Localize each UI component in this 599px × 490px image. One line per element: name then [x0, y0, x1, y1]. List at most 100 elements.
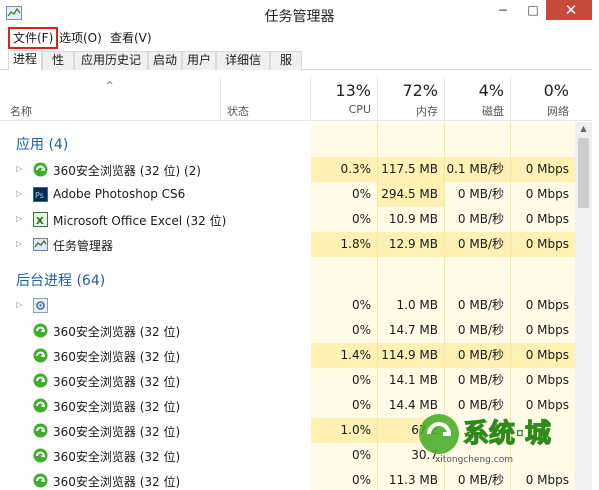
excel-icon: X	[33, 212, 48, 227]
net-cell: 0 Mbps	[525, 298, 569, 312]
net-cell: 0 Mbps	[511, 343, 575, 368]
process-row[interactable]: 360安全浏览器 (32 位) 1.4% 114.9 MB 0 MB/秒 0 Mbps	[0, 343, 575, 368]
memory-label: 内存	[416, 105, 438, 118]
disk-cell: 0 MB/秒	[457, 323, 504, 337]
title-bar: 任务管理器 − □ ✕	[0, 0, 599, 28]
mem-cell: 10.9 MB	[388, 212, 438, 226]
process-row[interactable]: ▷ Ps Adobe Photoshop CS6 0% 294.5 MB 0 MB/秒 0 …	[0, 182, 575, 207]
expand-chevron-icon[interactable]: ▷	[16, 214, 22, 223]
disk-total-pct: 4%	[478, 81, 504, 100]
process-row[interactable]: 360安全浏览器 (32 位) 0% 11.3 MB 0 MB/秒 0 Mbps	[0, 468, 575, 490]
process-name: 360安全浏览器 (32 位)	[53, 425, 181, 439]
process-name: 360安全浏览器 (32 位)	[53, 325, 181, 339]
tab-services[interactable]: 服务	[270, 51, 302, 84]
column-memory[interactable]: 72% 内存	[378, 71, 444, 121]
expand-chevron-icon[interactable]: ▷	[16, 189, 22, 198]
menu-options[interactable]: 选项(O)	[55, 30, 106, 46]
process-row[interactable]: ▷ 0% 1.0 MB 0 MB/秒 0 Mbps	[0, 293, 575, 318]
process-name: 360安全浏览器 (32 位)	[53, 475, 181, 489]
tab-users[interactable]: 用户	[182, 51, 216, 70]
process-name: 360安全浏览器 (32 位)	[53, 400, 181, 414]
process-name: 360安全浏览器 (32 位)	[53, 450, 181, 464]
tab-details[interactable]: 详细信息	[216, 51, 270, 84]
net-cell: 0 Mbps	[511, 232, 575, 257]
net-cell: 0 Mbps	[525, 373, 569, 387]
menu-view[interactable]: 查看(V)	[106, 30, 156, 46]
menu-file[interactable]: 文件(F)	[8, 27, 59, 49]
cpu-cell: 0.3%	[311, 157, 377, 182]
process-name: 360安全浏览器 (32 位)	[53, 350, 181, 364]
mem-cell: 14.7 MB	[388, 323, 438, 337]
watermark: 系统·城 xitongcheng.com	[415, 408, 565, 470]
cpu-total-pct: 13%	[335, 81, 371, 100]
scroll-up-icon[interactable]: ▲	[575, 122, 592, 136]
watermark-logo-text: 系统·城	[463, 418, 551, 449]
column-disk[interactable]: 4% 磁盘	[445, 71, 510, 121]
disk-cell: 0 MB/秒	[457, 212, 504, 226]
column-name[interactable]: 名称	[0, 71, 220, 121]
column-cpu[interactable]: 13% CPU	[311, 71, 377, 121]
mem-cell: 294.5 MB	[378, 182, 444, 207]
group-title-background[interactable]: 后台进程 (64)	[16, 270, 105, 290]
net-cell: 0 Mbps	[511, 157, 575, 182]
group-title-apps[interactable]: 应用 (4)	[16, 134, 68, 154]
expand-chevron-icon[interactable]: ▷	[16, 164, 22, 173]
process-row[interactable]: ▷ X Microsoft Office Excel (32 位) 0% 10.9 MB…	[0, 207, 575, 232]
360-browser-icon	[33, 323, 48, 338]
menu-bar: 文件(F) 选项(O) 查看(V)	[0, 27, 599, 49]
column-network[interactable]: 0% 网络	[511, 71, 577, 121]
net-cell: 0 Mbps	[525, 187, 569, 201]
column-status-label: 状态	[227, 105, 249, 118]
svg-text:Ps: Ps	[35, 191, 44, 200]
mem-cell: 1.0 MB	[396, 298, 438, 312]
360-browser-icon	[33, 473, 48, 488]
process-name: 360安全浏览器 (32 位) (2)	[53, 164, 201, 178]
360-browser-icon	[33, 348, 48, 363]
cpu-cell: 0%	[351, 298, 371, 312]
cpu-cell: 1.8%	[311, 232, 377, 257]
360-browser-icon	[33, 398, 48, 413]
minimize-button[interactable]: −	[488, 0, 518, 20]
360-browser-icon	[33, 373, 48, 388]
column-status[interactable]: 状态	[221, 71, 310, 121]
network-total-pct: 0%	[543, 81, 569, 100]
360-browser-icon	[33, 448, 48, 463]
disk-cell: 0 MB/秒	[445, 232, 510, 257]
column-name-label: 名称	[10, 105, 32, 118]
process-name: Microsoft Office Excel (32 位)	[53, 214, 227, 228]
memory-total-pct: 72%	[402, 81, 438, 100]
column-header: ^ 名称 状态 13% CPU 72% 内存 4% 磁盘 0% 网络	[0, 71, 599, 121]
process-row[interactable]: 360安全浏览器 (32 位) 0% 14.7 MB 0 MB/秒 0 Mbps	[0, 318, 575, 343]
disk-cell: 0.1 MB/秒	[445, 157, 510, 182]
expand-chevron-icon[interactable]: ▷	[16, 300, 22, 309]
disk-label: 磁盘	[482, 105, 504, 118]
process-row[interactable]: ▷ 360安全浏览器 (32 位) (2) 0.3% 117.5 MB 0.1 MB/秒…	[0, 157, 575, 182]
mem-cell: 11.3 MB	[388, 473, 438, 487]
photoshop-icon: Ps	[33, 187, 48, 202]
cpu-label: CPU	[348, 103, 371, 116]
cpu-cell: 0%	[351, 187, 371, 201]
disk-cell: 0 MB/秒	[445, 343, 510, 368]
disk-cell: 0 MB/秒	[457, 298, 504, 312]
process-name: 任务管理器	[53, 239, 114, 253]
360-browser-icon	[33, 423, 48, 438]
360-browser-icon	[33, 162, 48, 177]
process-row[interactable]: ▷ 任务管理器 1.8% 12.9 MB 0 MB/秒 0 Mbps	[0, 232, 575, 257]
tab-performance[interactable]: 性能	[42, 51, 74, 84]
cpu-cell: 0%	[351, 473, 371, 487]
close-button[interactable]: ✕	[546, 0, 596, 20]
tab-app-history[interactable]: 应用历史记录	[74, 51, 148, 84]
expand-chevron-icon[interactable]: ▷	[16, 239, 22, 248]
vertical-scrollbar[interactable]: ▲	[575, 122, 592, 490]
net-cell: 0 Mbps	[525, 473, 569, 487]
cpu-cell: 0%	[351, 448, 371, 462]
scroll-thumb[interactable]	[578, 138, 589, 208]
maximize-button[interactable]: □	[518, 0, 548, 20]
tab-processes[interactable]: 进程	[8, 50, 42, 70]
cpu-cell: 0%	[351, 212, 371, 226]
mem-cell: 117.5 MB	[378, 157, 444, 182]
tab-startup[interactable]: 启动	[148, 51, 182, 70]
net-cell: 0 Mbps	[525, 323, 569, 337]
mem-cell: 12.9 MB	[378, 232, 444, 257]
process-row[interactable]: 360安全浏览器 (32 位) 0% 14.1 MB 0 MB/秒 0 Mbps	[0, 368, 575, 393]
